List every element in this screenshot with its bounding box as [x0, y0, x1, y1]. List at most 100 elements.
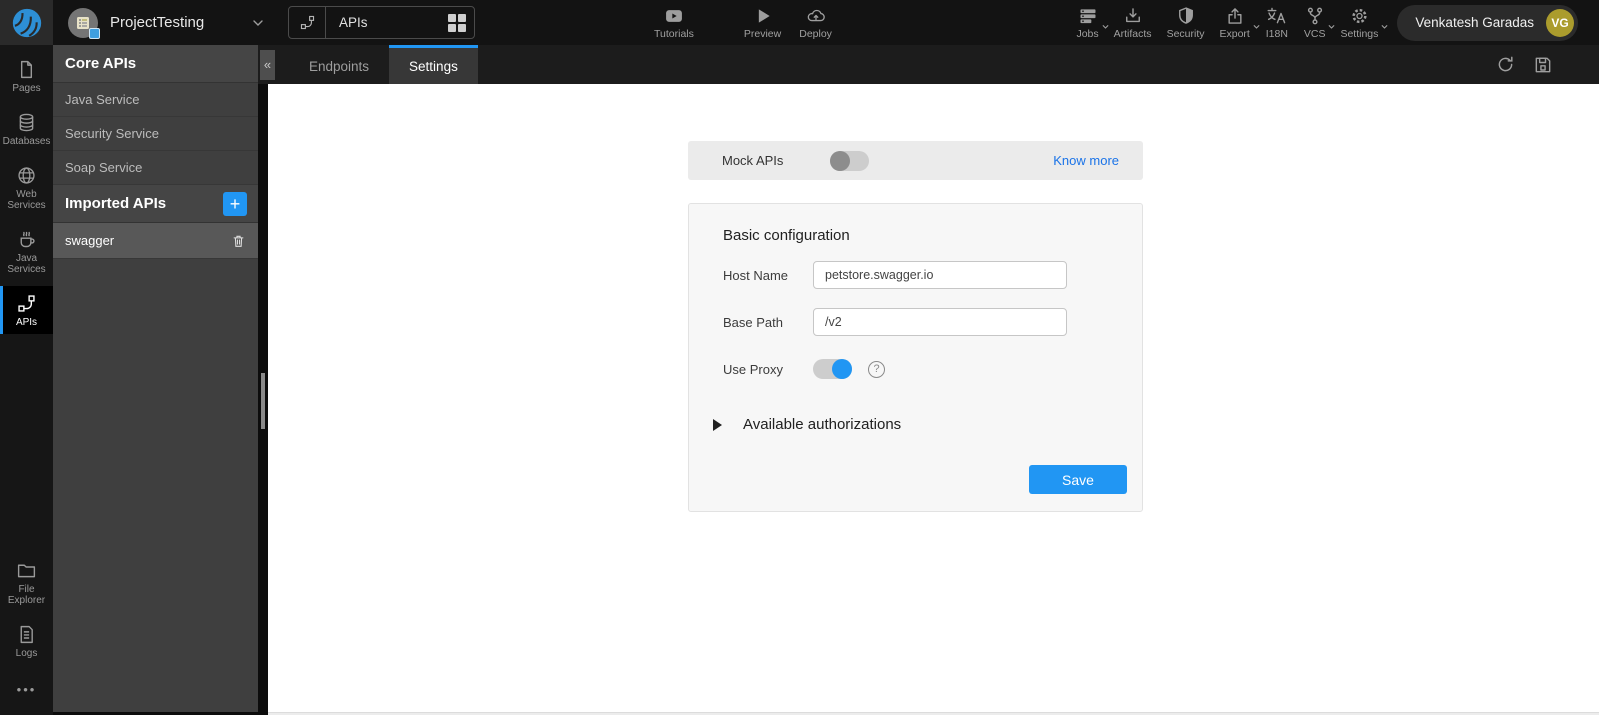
- basic-configuration-card: Basic configuration Host Name Base Path …: [688, 203, 1143, 512]
- project-switcher[interactable]: ProjectTesting: [68, 7, 266, 39]
- mock-apis-toggle[interactable]: [830, 150, 870, 171]
- sidebar-collapse-button[interactable]: «: [260, 49, 275, 80]
- tab-endpoints[interactable]: Endpoints: [289, 45, 389, 84]
- sidebar-item-java-service[interactable]: Java Service: [53, 83, 258, 117]
- rail-item-logs[interactable]: Logs: [0, 617, 53, 665]
- topbar-center-actions: Tutorials Preview Deploy: [648, 0, 838, 45]
- delete-api-button[interactable]: [231, 233, 246, 249]
- host-name-row: Host Name: [689, 261, 1142, 289]
- mock-apis-bar: Mock APIs Know more: [688, 141, 1143, 180]
- preview-play-icon: [758, 8, 770, 23]
- coffee-cup-icon: [20, 231, 35, 248]
- core-apis-header: Core APIs: [53, 45, 258, 83]
- grid-menu-icon[interactable]: [440, 13, 474, 32]
- rail-item-databases[interactable]: Databases: [0, 105, 53, 153]
- gear-icon: [1352, 8, 1367, 23]
- use-proxy-toggle[interactable]: [813, 359, 852, 379]
- project-name: ProjectTesting: [110, 14, 205, 31]
- base-path-label: Base Path: [723, 314, 783, 330]
- tab-settings[interactable]: Settings: [389, 45, 478, 84]
- save-button[interactable]: Save: [1029, 465, 1127, 494]
- top-bar: ProjectTesting APIs Tutorials Preview De…: [0, 0, 1599, 45]
- jobs-button[interactable]: Jobs: [1071, 6, 1109, 40]
- save-row: Save: [689, 465, 1142, 494]
- i18n-translate-icon: [1267, 7, 1286, 23]
- imported-apis-title: Imported APIs: [65, 195, 167, 212]
- export-icon: [1228, 7, 1242, 24]
- apis-node-icon: [18, 295, 35, 312]
- preview-button[interactable]: Preview: [738, 6, 787, 40]
- resource-selector-label: APIs: [339, 15, 368, 30]
- avatar: VG: [1546, 8, 1574, 37]
- left-rail: Pages Databases Web Services Java Servic…: [0, 45, 53, 715]
- host-name-label: Host Name: [723, 267, 789, 283]
- help-icon[interactable]: ?: [868, 360, 885, 378]
- tab-actions: [1495, 45, 1599, 84]
- apis-node-icon: [289, 7, 326, 38]
- base-path-row: Base Path: [689, 308, 1142, 336]
- rail-item-java-services[interactable]: Java Services: [0, 222, 53, 281]
- base-path-input[interactable]: [813, 308, 1067, 336]
- host-name-input[interactable]: [813, 261, 1067, 289]
- available-authorizations-label: Available authorizations: [743, 416, 902, 433]
- resource-selector[interactable]: APIs: [288, 6, 475, 39]
- globe-icon: [18, 167, 35, 184]
- topbar-right-actions: Jobs Artifacts Security Export I18N VCS …: [1066, 0, 1599, 45]
- settings-button[interactable]: Settings: [1335, 6, 1388, 40]
- rail-item-pages[interactable]: Pages: [0, 52, 53, 100]
- expand-arrow-icon[interactable]: [713, 418, 722, 431]
- tutorials-button[interactable]: Tutorials: [648, 6, 700, 40]
- save-file-button[interactable]: [1533, 55, 1553, 75]
- database-icon: [19, 113, 34, 132]
- user-name: Venkatesh Garadas: [1415, 15, 1534, 30]
- deploy-cloud-icon: [807, 9, 825, 21]
- log-file-icon: [20, 625, 33, 644]
- vcs-branch-icon: [1307, 7, 1322, 24]
- sidebar-item-security-service[interactable]: Security Service: [53, 117, 258, 151]
- available-authorizations-row[interactable]: Available authorizations: [689, 416, 1142, 433]
- user-menu[interactable]: Venkatesh Garadas VG: [1397, 4, 1578, 41]
- artifacts-button[interactable]: Artifacts: [1109, 6, 1157, 40]
- refresh-button[interactable]: [1495, 54, 1516, 75]
- rail-item-file-explorer[interactable]: File Explorer: [0, 553, 53, 612]
- rail-more-button[interactable]: •••: [0, 682, 53, 697]
- know-more-link[interactable]: Know more: [1053, 153, 1119, 168]
- add-imported-api-button[interactable]: +: [223, 191, 247, 216]
- tutorials-icon: [666, 9, 682, 22]
- editor-tab-bar: « Endpoints Settings: [258, 45, 1599, 84]
- rail-item-apis[interactable]: APIs: [0, 286, 53, 334]
- use-proxy-label: Use Proxy: [723, 361, 783, 377]
- sidebar-item-swagger[interactable]: swagger: [53, 223, 258, 259]
- project-cube-badge: [89, 27, 100, 39]
- api-sidebar: Core APIs Java Service Security Service …: [53, 45, 258, 712]
- imported-apis-header: Imported APIs +: [53, 185, 258, 223]
- core-apis-title: Core APIs: [65, 55, 137, 72]
- wavemaker-logo-icon: [12, 8, 41, 37]
- sidebar-vertical-scrollbar[interactable]: [258, 84, 268, 712]
- folder-icon: [17, 564, 36, 578]
- vcs-button[interactable]: VCS: [1299, 6, 1335, 40]
- export-button[interactable]: Export: [1215, 6, 1260, 40]
- card-title: Basic configuration: [723, 227, 850, 244]
- sidebar-item-soap-service[interactable]: Soap Service: [53, 151, 258, 185]
- chevron-down-icon[interactable]: [250, 15, 266, 31]
- project-icon: [68, 7, 100, 39]
- mock-apis-label: Mock APIs: [722, 153, 784, 168]
- app-logo[interactable]: [0, 0, 53, 45]
- settings-column: Mock APIs Know more Basic configuration …: [688, 84, 1143, 512]
- artifacts-download-icon: [1125, 7, 1140, 22]
- i18n-button[interactable]: I18N: [1260, 6, 1294, 40]
- scrollbar-thumb[interactable]: [261, 373, 265, 429]
- trash-icon: [233, 235, 244, 247]
- rail-spacer: [0, 339, 53, 553]
- settings-content: Mock APIs Know more Basic configuration …: [268, 84, 1599, 712]
- rail-item-web-services[interactable]: Web Services: [0, 158, 53, 217]
- use-proxy-row: Use Proxy ?: [689, 359, 1142, 379]
- security-shield-icon: [1178, 6, 1193, 24]
- chevron-down-icon: [1381, 24, 1388, 29]
- jobs-icon: [1080, 8, 1096, 23]
- refresh-icon: [1498, 56, 1513, 72]
- security-button[interactable]: Security: [1162, 6, 1210, 40]
- page-icon: [20, 60, 33, 79]
- deploy-button[interactable]: Deploy: [793, 6, 838, 40]
